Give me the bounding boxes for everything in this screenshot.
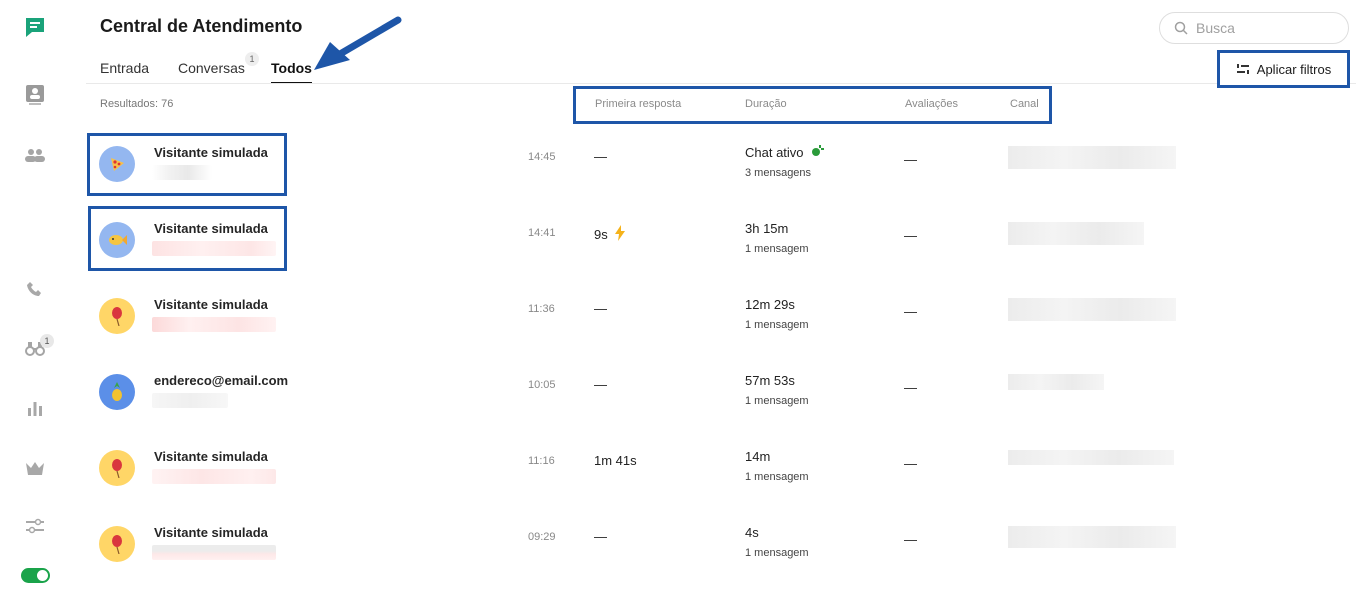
sliders-icon[interactable] (22, 513, 48, 539)
contact-card-icon[interactable] (22, 82, 48, 108)
tab-conversas[interactable]: Conversas (178, 60, 245, 76)
column-header-ratings[interactable]: Avaliações (905, 98, 958, 110)
rating: — (904, 228, 917, 243)
pineapple-icon (112, 382, 122, 401)
apply-filters-button[interactable]: Aplicar filtros (1217, 50, 1350, 88)
channel-placeholder (1008, 374, 1104, 390)
lightning-icon (615, 225, 626, 241)
row-time: 11:16 (528, 455, 555, 467)
people-icon[interactable] (22, 142, 48, 168)
first-response: 9s (594, 225, 626, 242)
table-row[interactable]: endereco@email.com 10:05 — 57m 53s 1 men… (86, 358, 1356, 434)
rating: — (904, 380, 917, 395)
channel-placeholder (1008, 146, 1176, 169)
row-highlight-box (88, 206, 287, 271)
visitor-name: Visitante simulada (154, 525, 268, 540)
filter-sliders-icon (1236, 64, 1249, 74)
column-header-channel[interactable]: Canal (1010, 98, 1039, 110)
duration: 3h 15m (745, 221, 789, 236)
message-count: 1 mensagem (745, 395, 809, 407)
first-response-text: 9s (594, 227, 608, 242)
first-response: — (594, 301, 607, 316)
toggle-knob (37, 570, 48, 581)
blurred-subtitle (152, 545, 276, 560)
column-header-duration[interactable]: Duração (745, 98, 787, 110)
rating: — (904, 456, 917, 471)
column-header-first-response[interactable]: Primeira resposta (595, 98, 681, 110)
table-row[interactable]: Visitante simulada 11:16 1m 41s 14m 1 me… (86, 434, 1356, 510)
channel-placeholder (1008, 222, 1144, 245)
rating: — (904, 532, 917, 547)
crown-icon[interactable] (22, 455, 48, 481)
visitor-name: Visitante simulada (154, 297, 268, 312)
table-row[interactable]: Visitante simulada 11:36 — 12m 29s 1 men… (86, 282, 1356, 358)
balloon-icon (112, 535, 122, 554)
first-response: — (594, 377, 607, 392)
duration: 12m 29s (745, 297, 795, 312)
duration-text: Chat ativo (745, 145, 804, 160)
first-response: — (594, 149, 607, 164)
rating: — (904, 304, 917, 319)
availability-toggle[interactable] (21, 568, 50, 583)
rating: — (904, 152, 917, 167)
search-input[interactable] (1196, 20, 1336, 36)
apply-filters-label: Aplicar filtros (1256, 61, 1332, 77)
avatar (99, 374, 135, 410)
message-count: 1 mensagem (745, 243, 809, 255)
row-time: 14:41 (528, 227, 556, 239)
row-time: 09:29 (528, 531, 556, 543)
annotation-arrow-icon (314, 16, 402, 70)
blurred-subtitle (152, 393, 228, 408)
search-box[interactable] (1159, 12, 1349, 44)
visitor-name: endereco@email.com (154, 373, 289, 388)
balloon-icon (112, 459, 122, 478)
bar-chart-icon[interactable] (22, 395, 48, 421)
blurred-subtitle (152, 469, 276, 484)
search-icon (1174, 21, 1188, 35)
duration: 4s (745, 525, 759, 540)
row-time: 11:36 (528, 303, 555, 315)
left-rail: 1 (0, 0, 70, 601)
active-chat-icon (812, 145, 825, 156)
avatar (99, 526, 135, 562)
channel-placeholder (1008, 526, 1176, 548)
message-count: 3 mensagens (745, 167, 812, 179)
row-time: 14:45 (528, 151, 556, 163)
duration: 57m 53s (745, 373, 795, 388)
row-time: 10:05 (528, 379, 556, 391)
blurred-subtitle (152, 317, 276, 332)
balloon-icon (112, 307, 122, 326)
results-count: Resultados: 76 (100, 98, 174, 110)
phone-icon[interactable] (22, 276, 48, 302)
message-count: 1 mensagem (745, 547, 809, 559)
rail-notification-badge: 1 (40, 334, 54, 348)
avatar (99, 298, 135, 334)
visitor-name: Visitante simulada (154, 449, 268, 464)
first-response: — (594, 529, 607, 544)
chat-app-logo-icon[interactable] (22, 14, 48, 40)
duration: Chat ativo (745, 145, 825, 160)
avatar (99, 450, 135, 486)
channel-placeholder (1008, 450, 1174, 465)
message-count: 1 mensagem (745, 471, 809, 483)
first-response: 1m 41s (594, 453, 637, 468)
message-count: 1 mensagem (745, 319, 809, 331)
tab-conversas-badge: 1 (245, 52, 259, 66)
table-row[interactable]: Visitante simulada 09:29 — 4s 1 mensagem… (86, 510, 1356, 586)
tab-entrada[interactable]: Entrada (100, 60, 149, 76)
page-title: Central de Atendimento (100, 16, 303, 36)
row-highlight-box (87, 133, 287, 196)
duration: 14m (745, 449, 771, 464)
header-divider (86, 83, 1356, 84)
channel-placeholder (1008, 298, 1176, 321)
